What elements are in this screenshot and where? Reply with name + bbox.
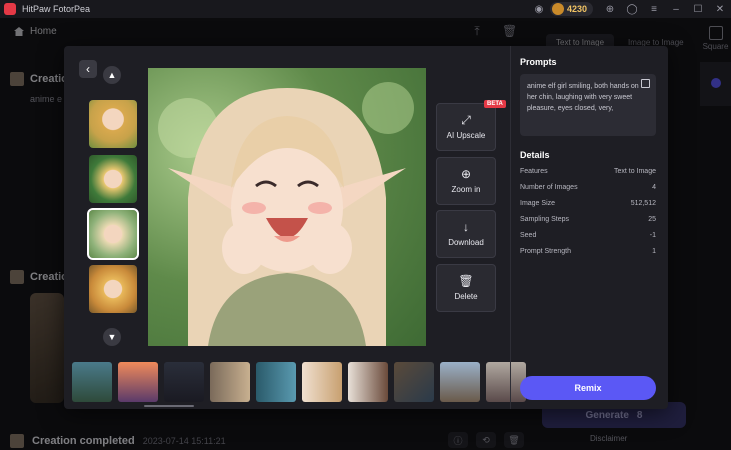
scroll-down-button[interactable]: ▼	[103, 328, 121, 346]
download-label: Download	[448, 238, 484, 247]
history-thumb-6[interactable]	[302, 362, 342, 402]
zoom-in-label: Zoom in	[451, 185, 481, 194]
zoom-in-icon: ⊕	[460, 167, 472, 181]
minimize-icon[interactable]: –	[665, 0, 687, 18]
detail-row-number-of-images: Number of Images 4	[520, 184, 656, 191]
history-thumb-3[interactable]	[164, 362, 204, 402]
detail-row-features: Features Text to Image	[520, 168, 656, 175]
ai-upscale-button[interactable]: ⤢ AI Upscale	[436, 103, 496, 151]
chevron-up-icon: ▲	[107, 70, 117, 80]
panel-divider	[510, 46, 511, 409]
back-button[interactable]: ‹	[79, 60, 97, 78]
detail-label: Sampling Steps	[520, 216, 570, 223]
details-panel: Prompts anime elf girl smiling, both han…	[520, 46, 660, 409]
download-icon: ↓	[463, 220, 469, 234]
delete-label: Delete	[454, 292, 478, 301]
gamepad-icon[interactable]: ◉	[528, 0, 550, 18]
history-thumb-8[interactable]	[394, 362, 434, 402]
chevron-left-icon: ‹	[86, 62, 90, 76]
coin-value: 4230	[566, 4, 587, 14]
ai-upscale-label: AI Upscale	[446, 131, 486, 140]
prompt-box: anime elf girl smiling, both hands on he…	[520, 74, 656, 136]
strip-scrollbar[interactable]	[144, 405, 194, 407]
detail-label: Number of Images	[520, 184, 578, 191]
download-button[interactable]: ↓ Download	[436, 210, 496, 258]
image-detail-modal: ‹ ▲ ▼ ⤢ AI Upscale BETA ⊕ Zoom in ↓ Down…	[64, 46, 668, 409]
main-image	[148, 68, 426, 346]
history-thumb-5[interactable]	[256, 362, 296, 402]
elf-girl-illustration	[158, 82, 414, 346]
detail-label: Seed	[520, 232, 537, 239]
thumbnail-1[interactable]	[89, 100, 137, 148]
detail-value: 25	[648, 216, 656, 223]
prompts-title: Prompts	[520, 57, 557, 67]
prompt-text: anime elf girl smiling, both hands on he…	[527, 83, 639, 112]
scroll-up-button[interactable]: ▲	[103, 66, 121, 84]
detail-row-prompt-strength: Prompt Strength 1	[520, 248, 656, 255]
beta-badge: BETA	[484, 100, 506, 108]
zoom-in-button[interactable]: ⊕ Zoom in	[436, 157, 496, 205]
detail-value: 4	[652, 184, 656, 191]
history-thumb-1[interactable]	[72, 362, 112, 402]
menu-icon[interactable]: ≡	[643, 0, 665, 18]
detail-value: 1	[652, 248, 656, 255]
thumbnail-4[interactable]	[89, 265, 137, 313]
add-coin-icon[interactable]: ⊕	[599, 0, 621, 18]
detail-label: Features	[520, 168, 548, 175]
titlebar-controls: ◉ 4230 ⊕ ◯ ≡ – ☐ ✕	[528, 0, 731, 18]
history-thumb-9[interactable]	[440, 362, 480, 402]
history-thumb-7[interactable]	[348, 362, 388, 402]
thumbnail-3[interactable]	[87, 208, 139, 260]
chevron-down-icon: ▼	[107, 332, 117, 342]
history-strip	[72, 362, 526, 404]
trash-icon: 🗑	[458, 274, 474, 288]
coin-balance[interactable]: 4230	[549, 2, 593, 16]
expand-icon: ⤢	[461, 113, 471, 127]
copy-icon[interactable]	[641, 79, 650, 88]
app-title: HitPaw FotorPea	[22, 4, 91, 14]
detail-value: Text to Image	[613, 168, 656, 175]
detail-row-image-size: Image Size 512,512	[520, 200, 656, 207]
history-thumb-2[interactable]	[118, 362, 158, 402]
detail-value: 512,512	[630, 200, 656, 207]
delete-button[interactable]: 🗑 Delete	[436, 264, 496, 312]
user-icon[interactable]: ◯	[621, 0, 643, 18]
app-logo	[4, 3, 16, 15]
title-bar: HitPaw FotorPea ◉ 4230 ⊕ ◯ ≡ – ☐ ✕	[0, 0, 731, 18]
maximize-icon[interactable]: ☐	[687, 0, 709, 18]
detail-row-seed: Seed -1	[520, 232, 656, 239]
close-icon[interactable]: ✕	[709, 0, 731, 18]
remix-button[interactable]: Remix	[520, 376, 656, 400]
details-title: Details	[520, 150, 550, 160]
history-thumb-4[interactable]	[210, 362, 250, 402]
detail-row-sampling-steps: Sampling Steps 25	[520, 216, 656, 223]
thumbnail-2[interactable]	[89, 155, 137, 203]
detail-label: Image Size	[520, 200, 556, 207]
coin-icon	[551, 3, 564, 15]
detail-label: Prompt Strength	[520, 248, 571, 255]
detail-value: -1	[649, 232, 656, 239]
